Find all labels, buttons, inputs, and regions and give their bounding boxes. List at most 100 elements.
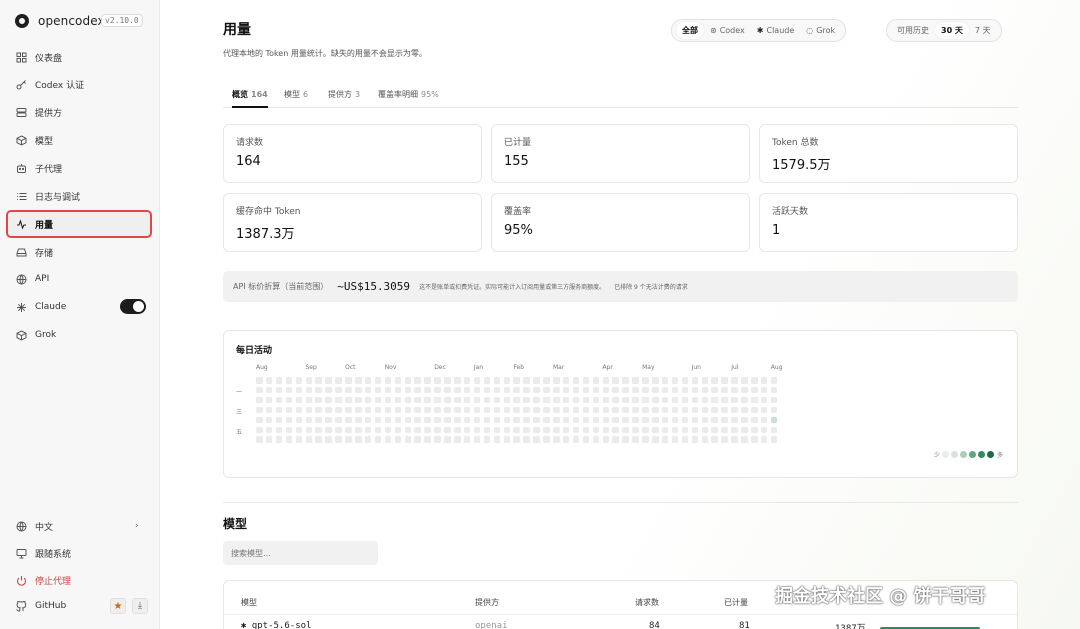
activity-day-cell[interactable] <box>404 377 411 384</box>
activity-day-cell[interactable] <box>444 406 451 414</box>
activity-day-cell[interactable] <box>493 406 501 414</box>
activity-day-cell[interactable] <box>335 426 342 433</box>
activity-day-cell[interactable] <box>414 406 421 414</box>
activity-day-cell[interactable] <box>770 426 778 433</box>
claude-toggle[interactable] <box>120 299 146 314</box>
activity-day-cell[interactable] <box>572 406 580 414</box>
activity-day-cell[interactable] <box>275 436 283 443</box>
activity-day-cell[interactable] <box>265 416 273 424</box>
activity-day-cell[interactable] <box>275 416 283 424</box>
activity-day-cell[interactable] <box>681 386 689 394</box>
sidebar-item-codex-auth[interactable]: Codex 认证 <box>8 72 150 96</box>
activity-day-cell[interactable] <box>374 436 382 443</box>
activity-day-cell[interactable] <box>335 386 342 394</box>
activity-day-cell[interactable] <box>602 377 609 384</box>
activity-day-cell[interactable] <box>681 436 689 443</box>
activity-day-cell[interactable] <box>582 406 590 414</box>
activity-day-cell[interactable] <box>582 396 590 404</box>
activity-day-cell[interactable] <box>543 406 550 414</box>
activity-day-cell[interactable] <box>305 377 312 384</box>
sidebar-item-models[interactable]: 模型 <box>8 128 150 152</box>
activity-day-cell[interactable] <box>424 436 431 443</box>
activity-day-cell[interactable] <box>335 416 342 424</box>
activity-day-cell[interactable] <box>404 426 411 433</box>
language-selector[interactable]: 中文 <box>8 514 150 538</box>
activity-day-cell[interactable] <box>374 406 382 414</box>
activity-day-cell[interactable] <box>721 436 728 443</box>
activity-day-cell[interactable] <box>493 416 501 424</box>
activity-day-cell[interactable] <box>295 377 303 384</box>
activity-day-cell[interactable] <box>671 396 679 404</box>
activity-day-cell[interactable] <box>523 426 530 433</box>
activity-day-cell[interactable] <box>671 426 679 433</box>
activity-day-cell[interactable] <box>513 386 520 394</box>
activity-day-cell[interactable] <box>751 416 758 424</box>
activity-day-cell[interactable] <box>355 416 362 424</box>
activity-day-cell[interactable] <box>305 416 312 424</box>
activity-day-cell[interactable] <box>503 406 510 414</box>
activity-day-cell[interactable] <box>751 377 758 384</box>
activity-day-cell[interactable] <box>671 377 679 384</box>
activity-day-cell[interactable] <box>483 396 491 404</box>
activity-day-cell[interactable] <box>364 406 372 414</box>
activity-day-cell[interactable] <box>394 436 402 443</box>
activity-day-cell[interactable] <box>721 426 728 433</box>
activity-day-cell[interactable] <box>473 386 481 394</box>
activity-day-cell[interactable] <box>741 396 748 404</box>
activity-day-cell[interactable] <box>701 416 708 424</box>
range-7d[interactable]: 7 天 <box>969 22 997 39</box>
activity-day-cell[interactable] <box>394 377 402 384</box>
activity-day-cell[interactable] <box>652 386 659 394</box>
activity-day-cell[interactable] <box>582 416 590 424</box>
activity-day-cell[interactable] <box>523 396 530 404</box>
activity-day-cell[interactable] <box>632 406 639 414</box>
activity-day-cell[interactable] <box>770 436 778 443</box>
sidebar-item-logs[interactable]: 日志与调试 <box>8 184 150 208</box>
activity-day-cell[interactable] <box>751 426 758 433</box>
activity-day-cell[interactable] <box>444 396 451 404</box>
activity-day-cell[interactable] <box>513 377 520 384</box>
activity-day-cell[interactable] <box>493 386 501 394</box>
activity-day-cell[interactable] <box>364 416 372 424</box>
activity-day-cell[interactable] <box>622 377 629 384</box>
activity-day-cell[interactable] <box>592 426 600 433</box>
activity-day-cell[interactable] <box>711 416 718 424</box>
activity-day-cell[interactable] <box>513 426 520 433</box>
activity-day-cell[interactable] <box>275 396 283 404</box>
range-history[interactable]: 可用历史 <box>891 22 935 39</box>
activity-day-cell[interactable] <box>325 386 332 394</box>
activity-day-cell[interactable] <box>345 416 352 424</box>
activity-day-cell[interactable] <box>622 416 629 424</box>
activity-day-cell[interactable] <box>434 436 441 443</box>
activity-day-cell[interactable] <box>335 377 342 384</box>
activity-day-cell[interactable] <box>661 426 669 433</box>
activity-day-cell[interactable] <box>454 396 461 404</box>
activity-day-cell[interactable] <box>741 386 748 394</box>
activity-day-cell[interactable] <box>533 377 540 384</box>
activity-day-cell[interactable] <box>681 377 689 384</box>
activity-day-cell[interactable] <box>256 406 263 414</box>
activity-day-cell[interactable] <box>493 436 501 443</box>
activity-day-cell[interactable] <box>592 416 600 424</box>
activity-day-cell[interactable] <box>345 406 352 414</box>
activity-day-cell[interactable] <box>444 426 451 433</box>
tab-coverage[interactable]: 覆盖率明细 95% <box>378 89 439 100</box>
activity-day-cell[interactable] <box>543 416 550 424</box>
activity-day-cell[interactable] <box>681 416 689 424</box>
activity-day-cell[interactable] <box>256 436 263 443</box>
activity-day-cell[interactable] <box>355 426 362 433</box>
activity-day-cell[interactable] <box>721 377 728 384</box>
activity-day-cell[interactable] <box>473 416 481 424</box>
activity-day-cell[interactable] <box>404 436 411 443</box>
activity-day-cell[interactable] <box>770 386 778 394</box>
activity-day-cell[interactable] <box>335 436 342 443</box>
activity-day-cell[interactable] <box>523 406 530 414</box>
activity-day-cell[interactable] <box>315 426 322 433</box>
activity-day-cell[interactable] <box>770 406 778 414</box>
activity-day-cell[interactable] <box>661 406 669 414</box>
activity-day-cell[interactable] <box>345 426 352 433</box>
activity-day-cell[interactable] <box>364 377 372 384</box>
activity-day-cell[interactable] <box>543 396 550 404</box>
activity-day-cell[interactable] <box>642 396 649 404</box>
activity-day-cell[interactable] <box>632 396 639 404</box>
